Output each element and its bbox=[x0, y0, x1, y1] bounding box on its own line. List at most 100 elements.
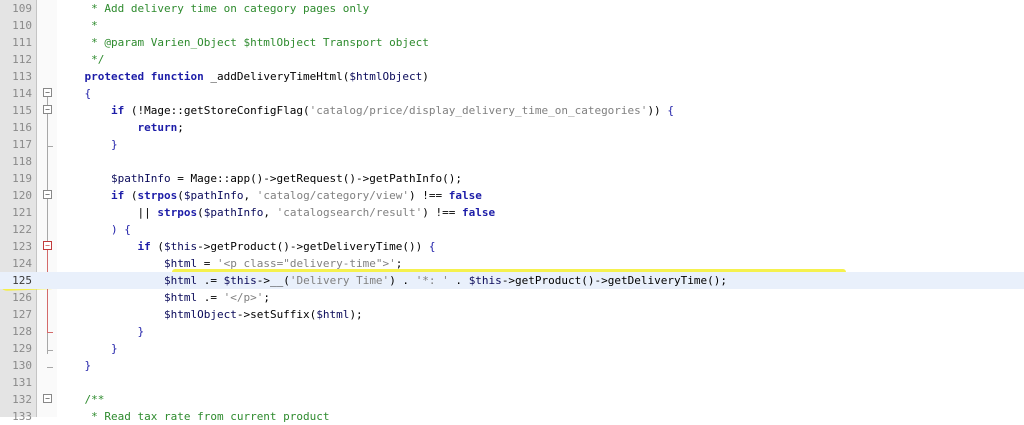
code-line[interactable]: 121 || strpos($pathInfo, 'catalogsearch/… bbox=[0, 204, 1024, 221]
line-number[interactable]: 127 bbox=[0, 306, 32, 323]
code-text: $pathInfo = Mage::app()->getRequest()->g… bbox=[58, 170, 462, 187]
code-token: $this bbox=[468, 274, 502, 287]
line-number[interactable]: 115 bbox=[0, 102, 32, 119]
code-token: ->__( bbox=[256, 274, 290, 287]
code-line[interactable]: 118 bbox=[0, 153, 1024, 170]
line-number[interactable]: 113 bbox=[0, 68, 32, 85]
code-token: ) . bbox=[389, 274, 416, 287]
line-number[interactable]: 132 bbox=[0, 391, 32, 408]
code-line[interactable]: 113 protected function _addDeliveryTimeH… bbox=[0, 68, 1024, 85]
code-token: * bbox=[91, 19, 98, 32]
line-number[interactable]: 120 bbox=[0, 187, 32, 204]
code-token: ( bbox=[124, 189, 138, 202]
code-text: protected function _addDeliveryTimeHtml(… bbox=[58, 68, 429, 85]
code-line[interactable]: 125 $html .= $this->__('Delivery Time') … bbox=[0, 272, 1024, 289]
line-number[interactable]: 118 bbox=[0, 153, 32, 170]
code-token: '*: ' bbox=[415, 274, 449, 287]
code-line[interactable]: 119 $pathInfo = Mage::app()->getRequest(… bbox=[0, 170, 1024, 187]
code-token: $html bbox=[163, 257, 198, 270]
code-line[interactable]: 127 $htmlObject->setSuffix($html); bbox=[0, 306, 1024, 323]
code-line[interactable]: 132 /** bbox=[0, 391, 1024, 408]
code-token: ( bbox=[150, 240, 164, 253]
code-line[interactable]: 117 } bbox=[0, 136, 1024, 153]
code-token: } bbox=[137, 325, 145, 338]
code-text: } bbox=[58, 340, 118, 357]
line-number[interactable]: 112 bbox=[0, 51, 32, 68]
code-line[interactable]: 122 ) { bbox=[0, 221, 1024, 238]
code-line[interactable]: 120 if (strpos($pathInfo, 'catalog/categ… bbox=[0, 187, 1024, 204]
code-text: return; bbox=[58, 119, 183, 136]
code-editor[interactable]: − − − − − 109 * Add delivery time on cat… bbox=[0, 0, 1024, 423]
line-number[interactable]: 122 bbox=[0, 221, 32, 238]
code-token: ); bbox=[349, 308, 363, 321]
code-token: { bbox=[667, 104, 674, 117]
line-number[interactable]: 110 bbox=[0, 17, 32, 34]
code-token: , bbox=[243, 189, 257, 202]
line-number[interactable]: 117 bbox=[0, 136, 32, 153]
code-line[interactable]: 112 */ bbox=[0, 51, 1024, 68]
code-token: if bbox=[110, 189, 125, 202]
code-token: ( bbox=[177, 189, 184, 202]
line-number[interactable]: 123 bbox=[0, 238, 32, 255]
code-token: false bbox=[462, 206, 496, 219]
code-token: , bbox=[263, 206, 277, 219]
line-number[interactable]: 130 bbox=[0, 357, 32, 374]
code-line[interactable]: 111 * @param Varien_Object $htmlObject T… bbox=[0, 34, 1024, 51]
code-line[interactable]: 124 $html = '<p class="delivery-time">'; bbox=[0, 255, 1024, 272]
line-number[interactable]: 125 bbox=[0, 272, 32, 289]
line-number[interactable]: 119 bbox=[0, 170, 32, 187]
code-token: strpos bbox=[157, 206, 198, 219]
line-number[interactable]: 126 bbox=[0, 289, 32, 306]
code-line[interactable]: 114 { bbox=[0, 85, 1024, 102]
code-token: ; bbox=[395, 257, 403, 270]
code-line[interactable]: 110 * bbox=[0, 17, 1024, 34]
code-text: ) { bbox=[58, 221, 131, 238]
line-number[interactable]: 121 bbox=[0, 204, 32, 221]
line-number[interactable]: 131 bbox=[0, 374, 32, 391]
line-number[interactable]: 128 bbox=[0, 323, 32, 340]
code-text: */ bbox=[58, 51, 104, 68]
code-token: 'catalog/price/display_delivery_time_on_… bbox=[309, 104, 648, 117]
code-token: ->setSuffix( bbox=[236, 308, 317, 321]
code-text: $html .= $this->__('Delivery Time') . '*… bbox=[58, 272, 727, 289]
code-token: ( bbox=[197, 206, 204, 219]
code-text: || strpos($pathInfo, 'catalogsearch/resu… bbox=[58, 204, 495, 221]
code-line[interactable]: 129 } bbox=[0, 340, 1024, 357]
code-token: * Add delivery time on category pages on… bbox=[91, 2, 370, 15]
code-text: * bbox=[58, 17, 98, 34]
code-token: $this bbox=[223, 274, 257, 287]
code-token: .= bbox=[197, 291, 224, 304]
code-line[interactable]: 128 } bbox=[0, 323, 1024, 340]
line-number[interactable]: 111 bbox=[0, 34, 32, 51]
line-number[interactable]: 116 bbox=[0, 119, 32, 136]
code-token: { bbox=[428, 240, 436, 253]
line-number[interactable]: 114 bbox=[0, 85, 32, 102]
code-line[interactable]: 130 } bbox=[0, 357, 1024, 374]
line-number[interactable]: 124 bbox=[0, 255, 32, 272]
code-token: $html bbox=[163, 291, 198, 304]
code-text: * Add delivery time on category pages on… bbox=[58, 0, 369, 17]
code-text: if ($this->getProduct()->getDeliveryTime… bbox=[58, 238, 436, 255]
code-line[interactable]: 109 * Add delivery time on category page… bbox=[0, 0, 1024, 17]
code-line[interactable]: 131 bbox=[0, 374, 1024, 391]
code-token: 'catalogsearch/result' bbox=[276, 206, 423, 219]
code-line[interactable]: 126 $html .= '</p>'; bbox=[0, 289, 1024, 306]
code-line[interactable]: 116 return; bbox=[0, 119, 1024, 136]
code-line[interactable]: 123 if ($this->getProduct()->getDelivery… bbox=[0, 238, 1024, 255]
code-line[interactable]: 115 if (!Mage::getStoreConfigFlag('catal… bbox=[0, 102, 1024, 119]
line-number[interactable]: 129 bbox=[0, 340, 32, 357]
line-number[interactable]: 109 bbox=[0, 0, 32, 17]
code-token: $pathInfo bbox=[203, 206, 264, 219]
code-token: .= bbox=[197, 274, 224, 287]
